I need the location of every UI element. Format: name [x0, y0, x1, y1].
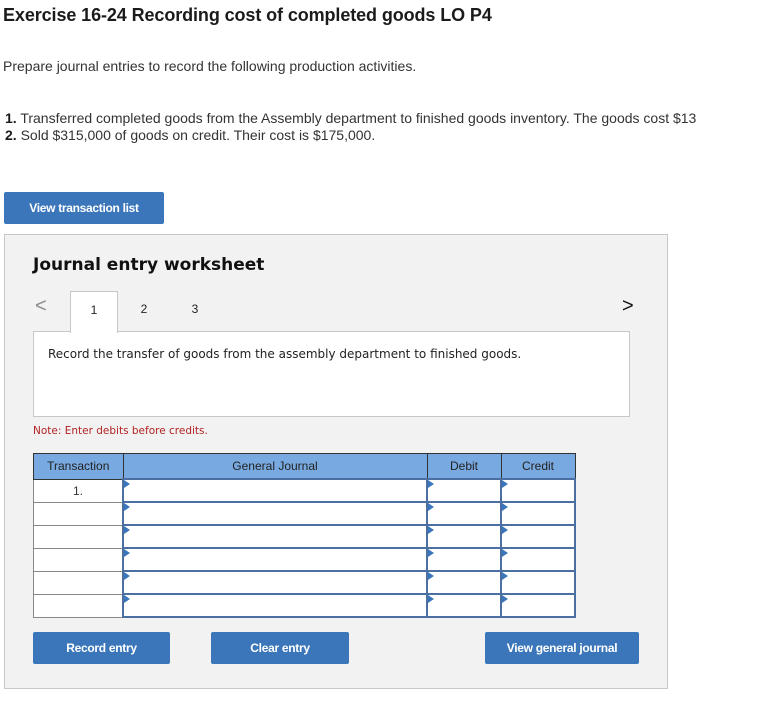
view-transaction-list-button[interactable]: View transaction list	[4, 192, 164, 224]
transaction-cell	[33, 570, 124, 595]
credit-input[interactable]	[500, 524, 576, 549]
page-title: Exercise 16-24 Recording cost of complet…	[3, 5, 492, 25]
step-text: Sold $315,000 of goods on credit. Their …	[20, 127, 376, 143]
transaction-cell	[33, 593, 124, 618]
table-row	[33, 547, 576, 572]
debit-input[interactable]	[426, 593, 502, 618]
step-number: 1.	[5, 110, 17, 126]
account-dropdown[interactable]	[122, 501, 428, 526]
view-general-journal-button[interactable]: View general journal	[485, 632, 639, 664]
account-dropdown[interactable]	[122, 547, 428, 572]
tab-2[interactable]: 2	[120, 291, 168, 331]
table-row	[33, 501, 576, 526]
account-dropdown[interactable]	[122, 570, 428, 595]
worksheet-title: Journal entry worksheet	[33, 255, 265, 275]
chevron-left-icon[interactable]: <	[35, 295, 47, 318]
debit-input[interactable]	[426, 524, 502, 549]
note-text: Note: Enter debits before credits.	[33, 425, 208, 437]
transaction-cell	[33, 501, 124, 526]
transaction-cell: 1.	[33, 478, 124, 503]
step-item: 1. Transferred completed goods from the …	[5, 110, 696, 127]
table-row	[33, 524, 576, 549]
header-credit: Credit	[500, 453, 576, 480]
steps-list: 1. Transferred completed goods from the …	[5, 110, 696, 144]
table-row	[33, 593, 576, 618]
chevron-right-icon[interactable]: >	[622, 295, 634, 318]
journal-header-row: Transaction General Journal Debit Credit	[33, 453, 576, 480]
debit-input[interactable]	[426, 570, 502, 595]
transaction-cell	[33, 547, 124, 572]
transaction-description: Record the transfer of goods from the as…	[48, 347, 522, 361]
header-transaction: Transaction	[33, 453, 124, 480]
account-dropdown[interactable]	[122, 524, 428, 549]
transaction-cell	[33, 524, 124, 549]
intro-text: Prepare journal entries to record the fo…	[3, 58, 417, 74]
credit-input[interactable]	[500, 593, 576, 618]
account-dropdown[interactable]	[122, 478, 428, 503]
table-row: 1.	[33, 478, 576, 503]
clear-entry-button[interactable]: Clear entry	[211, 632, 349, 664]
step-item: 2. Sold $315,000 of goods on credit. The…	[5, 127, 696, 144]
transaction-description-box: Record the transfer of goods from the as…	[33, 331, 630, 417]
record-entry-button[interactable]: Record entry	[33, 632, 170, 664]
tab-3[interactable]: 3	[171, 291, 219, 331]
credit-input[interactable]	[500, 478, 576, 503]
header-general-journal: General Journal	[122, 453, 428, 480]
journal-table: Transaction General Journal Debit Credit…	[33, 453, 576, 618]
account-dropdown[interactable]	[122, 593, 428, 618]
table-row	[33, 570, 576, 595]
credit-input[interactable]	[500, 501, 576, 526]
step-number: 2.	[5, 127, 17, 143]
journal-entry-worksheet-panel: Journal entry worksheet < 1 2 3 > Record…	[4, 234, 668, 689]
debit-input[interactable]	[426, 501, 502, 526]
debit-input[interactable]	[426, 478, 502, 503]
credit-input[interactable]	[500, 547, 576, 572]
header-debit: Debit	[426, 453, 502, 480]
debit-input[interactable]	[426, 547, 502, 572]
credit-input[interactable]	[500, 570, 576, 595]
tab-1[interactable]: 1	[70, 291, 118, 333]
step-text: Transferred completed goods from the Ass…	[20, 110, 697, 126]
